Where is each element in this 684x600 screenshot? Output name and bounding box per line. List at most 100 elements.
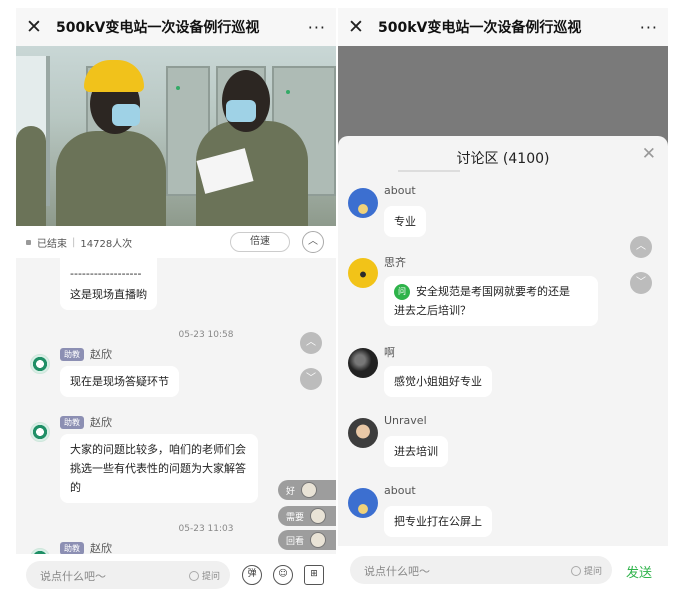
radio-icon [570, 565, 581, 576]
ask-toggle[interactable]: 提问 [570, 564, 602, 577]
input-bar: 说点什么吧～ 提问 发送 [338, 546, 668, 594]
chat-bubble: 大家的问题比较多，咱们的老师们会 挑选一些有代表性的问题为大家解答 的 [60, 434, 258, 503]
message-text: 挑选一些有代表性的问题为大家解答 [70, 462, 246, 475]
assistant-tag: 助教 [60, 416, 84, 429]
speed-button[interactable]: 倍速 [230, 232, 290, 252]
chevron-down-icon[interactable]: ﹀ [300, 368, 322, 390]
avatar [348, 418, 378, 448]
chat-bubble: 现在是现场答疑环节 [60, 366, 179, 397]
user-name: 思齐 [384, 256, 406, 269]
ask-label: 提问 [583, 567, 602, 577]
status-icon [26, 239, 31, 245]
live-video[interactable] [16, 46, 336, 226]
message-text: 现在是现场答疑环节 [70, 375, 169, 388]
chevron-up-icon[interactable]: ︿ [302, 231, 324, 253]
comment-input[interactable]: 说点什么吧～ 提问 [350, 556, 612, 584]
discussion-sheet: 讨论区 (4100) ✕ about 专业 思齐 问安全规范是考国网就要考的还是… [338, 136, 668, 594]
user-name: 啊 [384, 346, 395, 359]
avatar [30, 422, 50, 442]
face-mask [226, 100, 256, 122]
radio-icon [188, 570, 199, 581]
user-name: 赵欣 [90, 542, 112, 554]
message-text: 大家的问题比较多，咱们的老师们会 [70, 443, 246, 456]
comment-input[interactable]: 说点什么吧～ 提问 [26, 561, 230, 589]
user-name: about [384, 184, 416, 197]
chat-bubble: 感觉小姐姐好专业 [384, 366, 492, 397]
reaction-need[interactable]: 需要 [278, 506, 336, 526]
apps-grid-icon[interactable]: ⊞ [304, 565, 324, 585]
question-badge: 问 [394, 284, 410, 300]
message-text: 安全规范是考国网就要考的还是 [416, 285, 570, 298]
indicator-light [176, 86, 180, 90]
reaction-label: 回看 [286, 536, 305, 547]
video-area[interactable] [338, 46, 668, 146]
reaction-good[interactable]: 好 [278, 480, 336, 500]
assistant-tag: 助教 [60, 348, 84, 361]
chat-bubble: 把专业打在公屏上 [384, 506, 492, 537]
viewer-count: 14728人次 [80, 238, 133, 250]
input-bar: 说点什么吧～ 提问 弹 ☺ ⊞ [16, 554, 336, 594]
message-text: 专业 [394, 215, 416, 228]
left-live-panel: ✕ 500kV变电站一次设备例行巡视 ··· 已结束 | 14728人次 倍速 … [16, 8, 336, 594]
chevron-up-icon[interactable]: ︿ [630, 236, 652, 258]
ask-label: 提问 [201, 572, 220, 582]
chevron-down-icon[interactable]: ﹀ [630, 272, 652, 294]
avatar [348, 258, 378, 288]
separator-text: ------------------ [70, 267, 142, 280]
reaction-replay[interactable]: 回看 [278, 530, 336, 550]
more-icon[interactable]: ··· [308, 18, 326, 37]
divider: | [72, 236, 76, 248]
page-title: 500kV变电站一次设备例行巡视 [378, 20, 582, 36]
person-left [16, 126, 46, 226]
title-bar: ✕ 500kV变电站一次设备例行巡视 ··· [338, 8, 668, 46]
message-text: 进去培训 [394, 445, 438, 458]
close-icon[interactable]: ✕ [26, 17, 50, 37]
live-status: 已结束 [37, 238, 67, 250]
assistant-tag: 助教 [60, 542, 84, 554]
message-text: 这是现场直播哟 [70, 288, 147, 301]
avatar [348, 488, 378, 518]
input-placeholder: 说点什么吧～ [40, 570, 106, 583]
user-name: Unravel [384, 414, 427, 427]
input-placeholder: 说点什么吧～ [364, 565, 430, 578]
close-icon[interactable]: ✕ [642, 144, 656, 164]
video-info-bar: 已结束 | 14728人次 倍速 ︿ [16, 226, 336, 258]
avatar [348, 348, 378, 378]
ask-toggle[interactable]: 提问 [188, 569, 220, 582]
reaction-label: 好 [286, 486, 296, 497]
message-text: 把专业打在公屏上 [394, 515, 482, 528]
face-mask [112, 104, 140, 126]
timestamp: 05-23 10:58 [178, 330, 234, 340]
chat-bubble: ------------------ 这是现场直播哟 [60, 258, 157, 310]
emoji-icon [310, 508, 327, 524]
right-discussion-panel: ✕ 500kV变电站一次设备例行巡视 ··· 讨论区 (4100) ✕ abou… [338, 8, 668, 594]
emoji-icon[interactable]: ☺ [273, 565, 293, 585]
user-name: about [384, 484, 416, 497]
title-bar: ✕ 500kV变电站一次设备例行巡视 ··· [16, 8, 336, 46]
message-text: 进去之后培训？ [394, 304, 471, 317]
chat-bubble: 专业 [384, 206, 426, 237]
user-name: 赵欣 [90, 416, 112, 429]
divider [398, 170, 460, 172]
chat-list: ------------------ 这是现场直播哟 05-23 10:58 助… [16, 258, 336, 554]
send-button[interactable]: 发送 [626, 562, 652, 581]
close-icon[interactable]: ✕ [348, 17, 372, 37]
more-icon[interactable]: ··· [640, 18, 658, 37]
reaction-label: 需要 [286, 512, 305, 523]
avatar [348, 188, 378, 218]
page-title: 500kV变电站一次设备例行巡视 [56, 20, 260, 36]
message-text: 的 [70, 481, 81, 494]
yellow-helmet [84, 60, 144, 92]
danmu-icon[interactable]: 弹 [242, 565, 262, 585]
avatar [30, 354, 50, 374]
question-bubble: 问安全规范是考国网就要考的还是 进去之后培训？ [384, 276, 598, 326]
indicator-light [286, 90, 290, 94]
person-helmet [56, 131, 166, 226]
emoji-icon [301, 482, 318, 498]
chat-bubble: 进去培训 [384, 436, 448, 467]
user-name: 赵欣 [90, 348, 112, 361]
sheet-title: 讨论区 (4100) [456, 151, 550, 167]
emoji-icon [310, 532, 327, 548]
message-text: 感觉小姐姐好专业 [394, 375, 482, 388]
chevron-up-icon[interactable]: ︿ [300, 332, 322, 354]
